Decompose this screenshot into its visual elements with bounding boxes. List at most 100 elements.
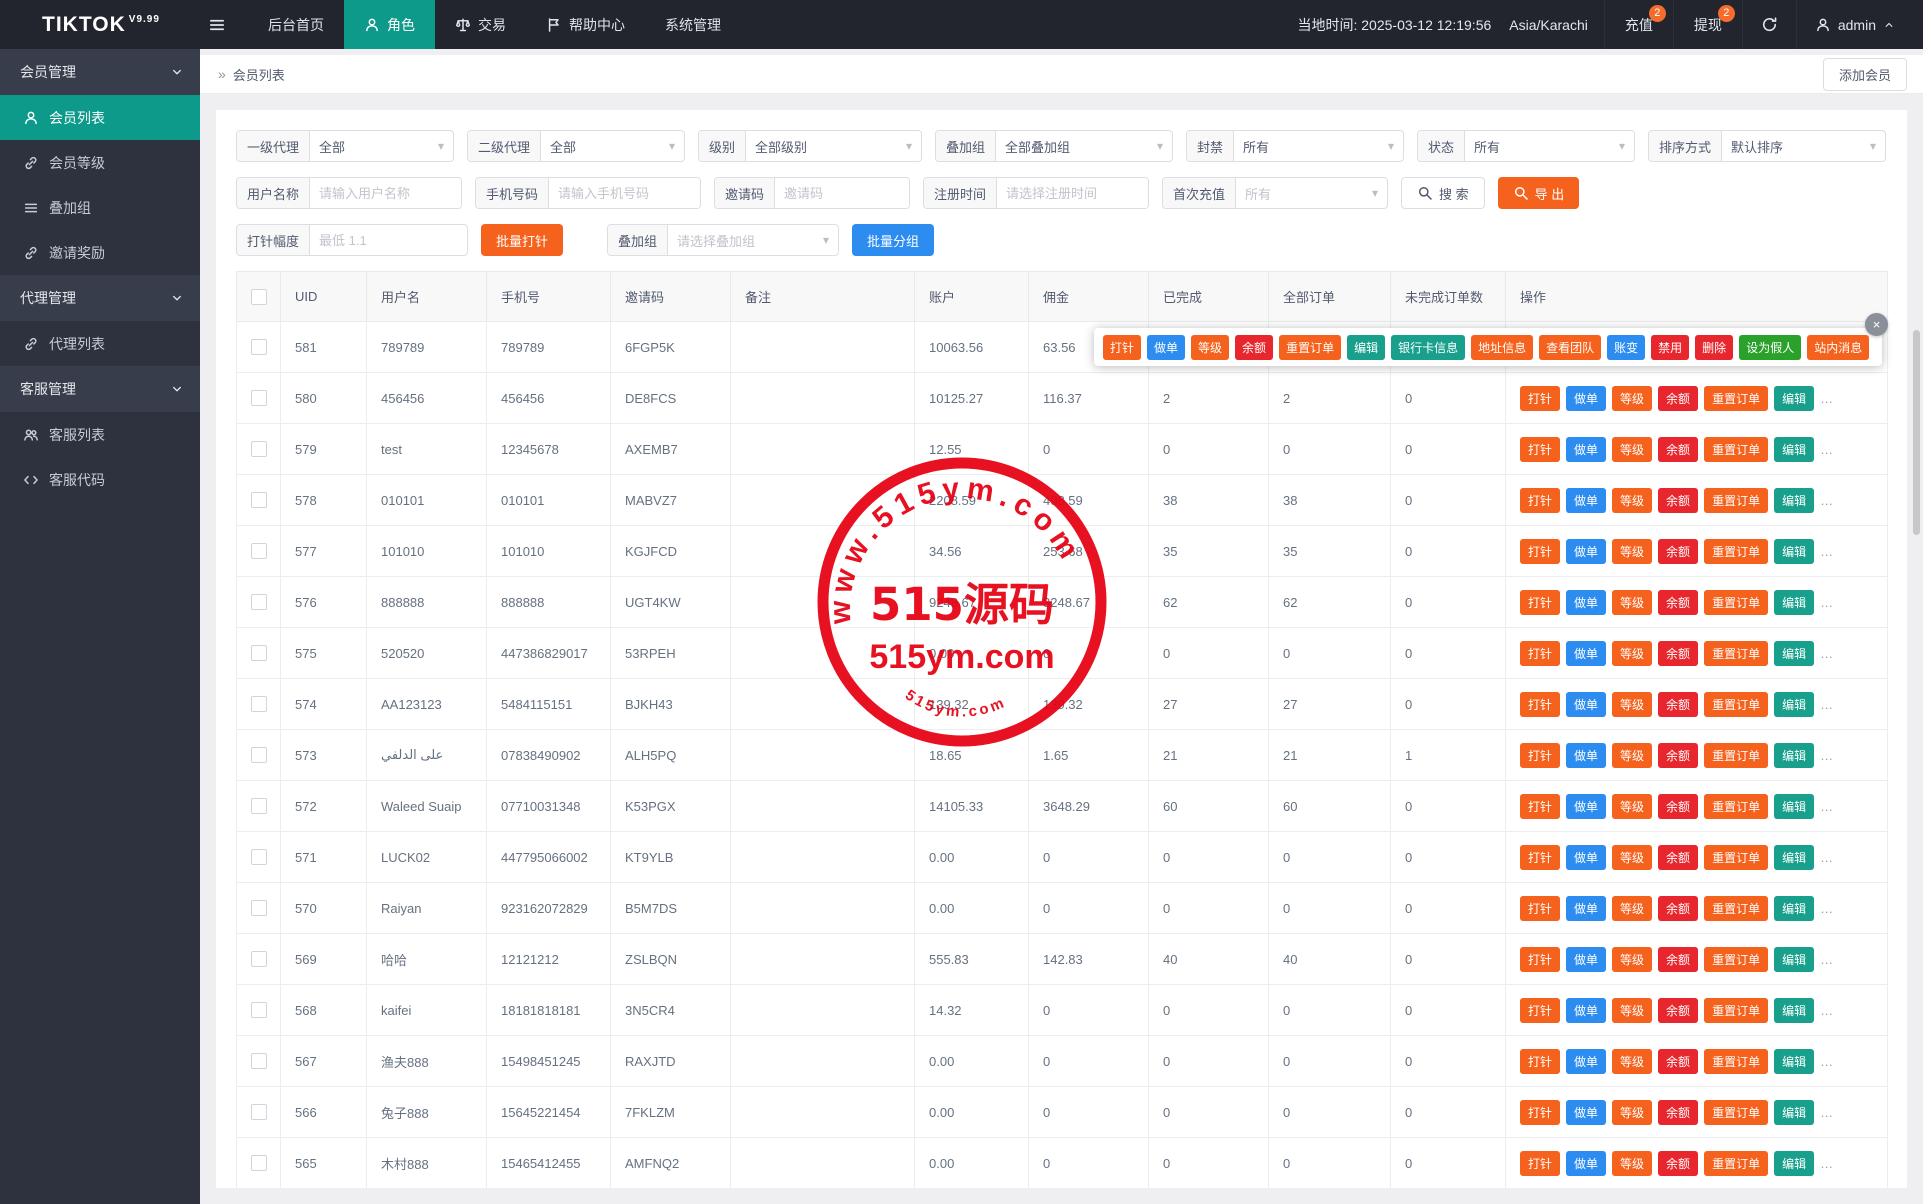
row-checkbox[interactable]: [251, 798, 267, 814]
row-checkbox[interactable]: [251, 1155, 267, 1171]
admin-menu[interactable]: admin: [1796, 0, 1923, 49]
more-actions-button[interactable]: …: [1820, 952, 1835, 967]
close-icon[interactable]: ×: [1865, 313, 1888, 336]
action-button-重置订单[interactable]: 重置订单: [1704, 947, 1768, 972]
action-button-编辑[interactable]: 编辑: [1774, 1049, 1814, 1074]
inject-range-input[interactable]: [310, 225, 467, 255]
action-button-余额[interactable]: 余额: [1658, 845, 1698, 870]
popup-action-button-删除[interactable]: 删除: [1695, 335, 1733, 360]
action-button-余额[interactable]: 余额: [1658, 1100, 1698, 1125]
row-checkbox[interactable]: [251, 1104, 267, 1120]
row-checkbox[interactable]: [251, 645, 267, 661]
popup-action-button-打针[interactable]: 打针: [1103, 335, 1141, 360]
more-actions-button[interactable]: …: [1820, 544, 1835, 559]
action-button-打针[interactable]: 打针: [1520, 692, 1560, 717]
action-button-打针[interactable]: 打针: [1520, 743, 1560, 768]
sidebar-item[interactable]: 叠加组: [0, 185, 200, 230]
action-button-打针[interactable]: 打针: [1520, 947, 1560, 972]
scrollbar-thumb[interactable]: [1913, 330, 1920, 535]
more-actions-button[interactable]: …: [1820, 391, 1835, 406]
filter-select-1[interactable]: 全部▾: [310, 131, 453, 161]
action-button-等级[interactable]: 等级: [1612, 794, 1652, 819]
action-button-编辑[interactable]: 编辑: [1774, 488, 1814, 513]
more-actions-button[interactable]: …: [1820, 1105, 1835, 1120]
action-button-做单[interactable]: 做单: [1566, 488, 1606, 513]
row-checkbox[interactable]: [251, 543, 267, 559]
popup-action-button-账变[interactable]: 账变: [1607, 335, 1645, 360]
action-button-做单[interactable]: 做单: [1566, 896, 1606, 921]
action-button-打针[interactable]: 打针: [1520, 1049, 1560, 1074]
more-actions-button[interactable]: …: [1820, 1156, 1835, 1171]
batch-inject-button[interactable]: 批量打针: [481, 224, 563, 256]
nav-item-3[interactable]: 交易: [435, 0, 526, 49]
filter-input-1[interactable]: [310, 178, 461, 208]
filter-input-3[interactable]: [775, 178, 909, 208]
recharge-button[interactable]: 充值 2: [1604, 0, 1673, 49]
more-actions-button[interactable]: …: [1820, 595, 1835, 610]
action-button-重置订单[interactable]: 重置订单: [1704, 1100, 1768, 1125]
action-button-编辑[interactable]: 编辑: [1774, 386, 1814, 411]
row-checkbox[interactable]: [251, 1002, 267, 1018]
row-checkbox[interactable]: [251, 696, 267, 712]
action-button-重置订单[interactable]: 重置订单: [1704, 488, 1768, 513]
action-button-做单[interactable]: 做单: [1566, 692, 1606, 717]
row-checkbox[interactable]: [251, 390, 267, 406]
filter-select-7[interactable]: 默认排序▾: [1722, 131, 1885, 161]
action-button-等级[interactable]: 等级: [1612, 437, 1652, 462]
action-button-重置订单[interactable]: 重置订单: [1704, 743, 1768, 768]
action-button-余额[interactable]: 余额: [1658, 1049, 1698, 1074]
action-button-做单[interactable]: 做单: [1566, 590, 1606, 615]
sidebar-group-header-1[interactable]: 会员管理: [0, 49, 200, 95]
action-button-做单[interactable]: 做单: [1566, 794, 1606, 819]
more-actions-button[interactable]: …: [1820, 799, 1835, 814]
action-button-等级[interactable]: 等级: [1612, 1049, 1652, 1074]
more-actions-button[interactable]: …: [1820, 1003, 1835, 1018]
row-checkbox[interactable]: [251, 492, 267, 508]
select-all-checkbox[interactable]: [251, 289, 267, 305]
action-button-打针[interactable]: 打针: [1520, 641, 1560, 666]
action-button-余额[interactable]: 余额: [1658, 590, 1698, 615]
action-button-余额[interactable]: 余额: [1658, 641, 1698, 666]
popup-action-button-地址信息[interactable]: 地址信息: [1471, 335, 1533, 360]
popup-action-button-站内消息[interactable]: 站内消息: [1807, 335, 1869, 360]
popup-action-button-编辑[interactable]: 编辑: [1347, 335, 1385, 360]
action-button-打针[interactable]: 打针: [1520, 437, 1560, 462]
action-button-编辑[interactable]: 编辑: [1774, 539, 1814, 564]
withdraw-button[interactable]: 提现 2: [1673, 0, 1742, 49]
sidebar-item[interactable]: 邀请奖励: [0, 230, 200, 275]
action-button-等级[interactable]: 等级: [1612, 590, 1652, 615]
action-button-等级[interactable]: 等级: [1612, 947, 1652, 972]
action-button-余额[interactable]: 余额: [1658, 947, 1698, 972]
action-button-打针[interactable]: 打针: [1520, 845, 1560, 870]
row-checkbox[interactable]: [251, 849, 267, 865]
row-checkbox[interactable]: [251, 594, 267, 610]
filter-select-2[interactable]: 全部▾: [541, 131, 684, 161]
action-button-编辑[interactable]: 编辑: [1774, 692, 1814, 717]
action-button-做单[interactable]: 做单: [1566, 1151, 1606, 1176]
sidebar-item[interactable]: 会员等级: [0, 140, 200, 185]
batch-group-button[interactable]: 批量分组: [852, 224, 934, 256]
action-button-余额[interactable]: 余额: [1658, 539, 1698, 564]
export-button[interactable]: 导 出: [1498, 177, 1580, 209]
more-actions-button[interactable]: …: [1820, 697, 1835, 712]
action-button-做单[interactable]: 做单: [1566, 743, 1606, 768]
action-button-打针[interactable]: 打针: [1520, 590, 1560, 615]
action-button-余额[interactable]: 余额: [1658, 1151, 1698, 1176]
action-button-做单[interactable]: 做单: [1566, 845, 1606, 870]
action-button-等级[interactable]: 等级: [1612, 386, 1652, 411]
action-button-编辑[interactable]: 编辑: [1774, 896, 1814, 921]
action-button-余额[interactable]: 余额: [1658, 794, 1698, 819]
filter-select-5[interactable]: 所有▾: [1234, 131, 1403, 161]
action-button-余额[interactable]: 余额: [1658, 692, 1698, 717]
action-button-重置订单[interactable]: 重置订单: [1704, 539, 1768, 564]
action-button-等级[interactable]: 等级: [1612, 692, 1652, 717]
more-actions-button[interactable]: …: [1820, 493, 1835, 508]
action-button-编辑[interactable]: 编辑: [1774, 794, 1814, 819]
action-button-等级[interactable]: 等级: [1612, 998, 1652, 1023]
action-button-等级[interactable]: 等级: [1612, 1100, 1652, 1125]
refresh-icon[interactable]: [1742, 0, 1796, 49]
action-button-编辑[interactable]: 编辑: [1774, 1100, 1814, 1125]
action-button-打针[interactable]: 打针: [1520, 386, 1560, 411]
action-button-打针[interactable]: 打针: [1520, 794, 1560, 819]
popup-action-button-设为假人[interactable]: 设为假人: [1739, 335, 1801, 360]
